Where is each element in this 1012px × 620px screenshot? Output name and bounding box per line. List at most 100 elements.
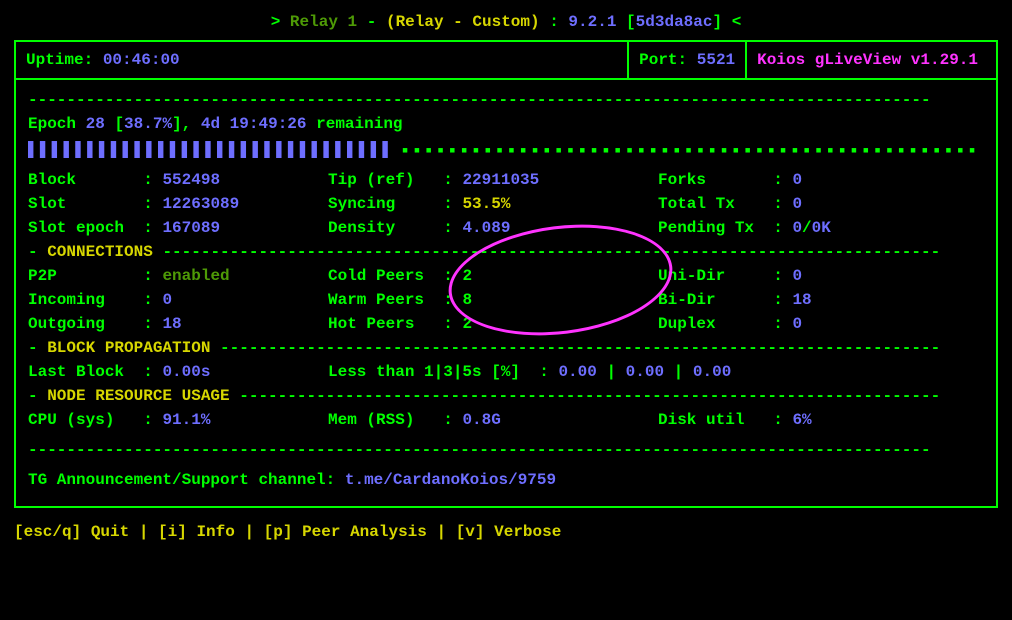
stat-bidir: Bi-Dir : 18 <box>658 288 984 312</box>
section-resource: - NODE RESOURCE USAGE ------------------… <box>28 384 984 408</box>
slot-label: Slot : <box>28 195 153 213</box>
tipref-value: 22911035 <box>462 171 539 189</box>
main-panel: Uptime: 00:46:00 Port: 5521 Koios gLiveV… <box>14 40 998 508</box>
slotepoch-value: 167089 <box>162 219 220 237</box>
divider: ----------------------------------------… <box>220 339 940 357</box>
stat-incoming: Incoming : 0 <box>28 288 328 312</box>
epoch-remaining: 4d 19:49:26 <box>201 115 307 133</box>
tg-label: TG Announcement/Support channel: <box>28 471 335 489</box>
uptime-value: 00:46:00 <box>103 51 180 69</box>
pendingtx-value: 0 <box>792 219 802 237</box>
totaltx-label: Total Tx : <box>658 195 783 213</box>
stat-outgoing: Outgoing : 18 <box>28 312 328 336</box>
commit-hash: 5d3da8ac <box>636 13 713 31</box>
tipref-label: Tip (ref) : <box>328 171 453 189</box>
lastblock-label: Last Block : <box>28 363 153 381</box>
block-value: 552498 <box>162 171 220 189</box>
hotkey-quit[interactable]: [esc/q] Quit <box>14 523 129 541</box>
stat-forks: Forks : 0 <box>658 168 984 192</box>
uptime-label: Uptime: <box>26 51 93 69</box>
divider: ----------------------------------------… <box>239 387 940 405</box>
cpu-value: 91.1% <box>162 411 210 429</box>
density-label: Density : <box>328 219 453 237</box>
hotkey-peer[interactable]: [p] Peer Analysis <box>264 523 427 541</box>
stat-slot: Slot : 12263089 <box>28 192 328 216</box>
hash-open: [ <box>626 13 636 31</box>
header-line: > Relay 1 - (Relay - Custom) : 9.2.1 [5d… <box>14 10 998 34</box>
outgoing-value: 18 <box>162 315 181 333</box>
section-blockprop: - BLOCK PROPAGATION --------------------… <box>28 336 984 360</box>
warm-value: 8 <box>462 291 472 309</box>
epoch-line: Epoch 28 [38.7%], 4d 19:49:26 remaining <box>28 112 984 136</box>
node-version: 9.2.1 <box>568 13 616 31</box>
stat-pendingtx: Pending Tx : 0/0K <box>658 216 984 240</box>
section-connections: - CONNECTIONS --------------------------… <box>28 240 984 264</box>
port-label: Port: <box>639 51 687 69</box>
epoch-progress-bar: ▌▌▌▌▌▌▌▌▌▌▌▌▌▌▌▌▌▌▌▌▌▌▌▌▌▌▌▌▌▌▌▌▌▌▌ ▪▪▪▪… <box>28 140 984 158</box>
hotkey-info[interactable]: [i] Info <box>158 523 235 541</box>
node-role: (Relay - Custom) <box>386 13 540 31</box>
lt-v2: 0.00 <box>626 363 664 381</box>
disk-value: 6% <box>792 411 811 429</box>
resource-grid: CPU (sys) : 91.1% Mem (RSS) : 0.8G Disk … <box>28 408 984 432</box>
stats-grid: Block : 552498 Tip (ref) : 22911035 Fork… <box>28 168 984 240</box>
tg-link[interactable]: t.me/CardanoKoios/9759 <box>345 471 556 489</box>
uptime-cell: Uptime: 00:46:00 <box>16 42 627 80</box>
lt-v3: 0.00 <box>693 363 731 381</box>
stat-lessthan: Less than 1|3|5s [%] : 0.00 | 0.00 | 0.0… <box>328 360 984 384</box>
top-row: Uptime: 00:46:00 Port: 5521 Koios gLiveV… <box>16 42 996 80</box>
lastblock-value: 0.00s <box>162 363 210 381</box>
lt-v1: 0.00 <box>558 363 596 381</box>
p2p-label: P2P : <box>28 267 153 285</box>
lessthan-label: Less than 1|3|5s [%] : <box>328 363 549 381</box>
slot-value: 12263089 <box>162 195 239 213</box>
mem-label: Mem (RSS) : <box>328 411 453 429</box>
hotkey-sep: | <box>235 523 264 541</box>
blockprop-label: BLOCK PROPAGATION <box>47 339 210 357</box>
pipe1: | <box>597 363 626 381</box>
incoming-value: 0 <box>162 291 172 309</box>
stat-cold: Cold Peers : 2 <box>328 264 658 288</box>
density-value: 4.089 <box>462 219 510 237</box>
hotkeys-line: [esc/q] Quit | [i] Info | [p] Peer Analy… <box>14 520 998 544</box>
hot-label: Hot Peers : <box>328 315 453 333</box>
divider: ----------------------------------------… <box>162 243 940 261</box>
epoch-bracket-close: ], <box>172 115 191 133</box>
stat-warm: Warm Peers : 8 <box>328 288 658 312</box>
stat-syncing: Syncing : 53.5% <box>328 192 658 216</box>
incoming-label: Incoming : <box>28 291 153 309</box>
port-cell: Port: 5521 <box>627 42 747 80</box>
stat-p2p: P2P : enabled <box>28 264 328 288</box>
p2p-value: enabled <box>162 267 229 285</box>
divider: ----------------------------------------… <box>28 438 984 462</box>
totaltx-value: 0 <box>792 195 802 213</box>
hotkey-sep: | <box>129 523 158 541</box>
pendingtx-label: Pending Tx : <box>658 219 783 237</box>
progress-filled: ▌▌▌▌▌▌▌▌▌▌▌▌▌▌▌▌▌▌▌▌▌▌▌▌▌▌▌▌▌▌▌▌▌▌▌ <box>28 140 400 158</box>
epoch-bracket-open: [ <box>114 115 124 133</box>
app-title: Koios gLiveView v1.29.1 <box>757 51 978 69</box>
colon: : <box>549 13 559 31</box>
hotkey-verbose[interactable]: [v] Verbose <box>456 523 562 541</box>
disk-label: Disk util : <box>658 411 783 429</box>
block-label: Block : <box>28 171 153 189</box>
duplex-value: 0 <box>792 315 802 333</box>
stat-block: Block : 552498 <box>28 168 328 192</box>
divider: ----------------------------------------… <box>28 88 984 112</box>
stat-mem: Mem (RSS) : 0.8G <box>328 408 658 432</box>
forks-value: 0 <box>792 171 802 189</box>
pendingtx-slash: / <box>802 219 812 237</box>
stat-disk: Disk util : 6% <box>658 408 984 432</box>
unidir-value: 0 <box>792 267 802 285</box>
dash: - <box>367 13 377 31</box>
epoch-label: Epoch <box>28 115 76 133</box>
unidir-label: Uni-Dir : <box>658 267 783 285</box>
stat-unidir: Uni-Dir : 0 <box>658 264 984 288</box>
slotepoch-label: Slot epoch : <box>28 219 153 237</box>
pendingtx-k: 0K <box>812 219 831 237</box>
blockprop-grid: Last Block : 0.00s Less than 1|3|5s [%] … <box>28 360 984 384</box>
progress-remaining: ▪▪▪▪▪▪▪▪▪▪▪▪▪▪▪▪▪▪▪▪▪▪▪▪▪▪▪▪▪▪▪▪▪▪▪▪▪▪▪▪… <box>400 140 984 158</box>
stat-cpu: CPU (sys) : 91.1% <box>28 408 328 432</box>
bidir-label: Bi-Dir : <box>658 291 783 309</box>
outgoing-label: Outgoing : <box>28 315 153 333</box>
